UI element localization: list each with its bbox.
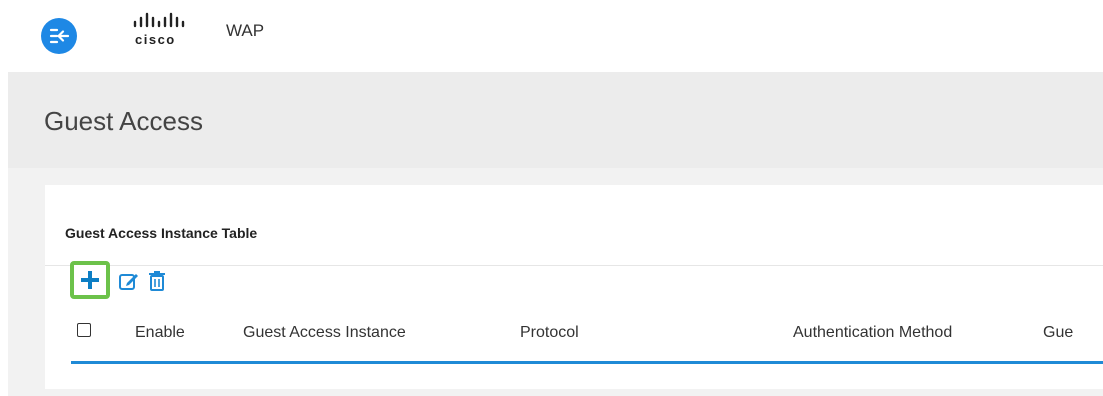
menu-collapse-icon [49, 28, 70, 44]
cisco-logo: cisco [131, 12, 201, 48]
menu-collapse-button[interactable] [41, 18, 77, 54]
guest-access-instance-panel: Guest Access Instance Table Enable Guest… [45, 185, 1103, 389]
plus-icon [81, 271, 99, 289]
table-header-underline [71, 361, 1103, 364]
column-header-guest[interactable]: Gue [1043, 324, 1073, 342]
app-name: WAP [226, 21, 265, 40]
edit-icon [119, 274, 138, 290]
cisco-wordmark: cisco [135, 32, 176, 47]
column-header-enable[interactable]: Enable [135, 324, 185, 342]
main-content: Guest Access Instance Table Enable Guest… [8, 168, 1103, 396]
column-header-protocol[interactable]: Protocol [520, 324, 579, 342]
cisco-bars-icon [133, 12, 185, 28]
page-header: Guest Access [8, 72, 1103, 168]
page-title: Guest Access [44, 106, 203, 136]
top-bar: cisco WAP [0, 0, 1103, 70]
delete-button[interactable] [146, 270, 168, 292]
select-all-checkbox[interactable] [77, 323, 91, 337]
panel-divider [45, 265, 1103, 266]
panel-title: Guest Access Instance Table [65, 225, 258, 241]
column-header-authentication-method[interactable]: Authentication Method [793, 324, 952, 342]
add-button[interactable] [70, 261, 110, 299]
edit-button[interactable] [118, 270, 140, 292]
trash-icon [149, 271, 165, 291]
column-header-guest-access-instance[interactable]: Guest Access Instance [243, 324, 406, 342]
table-header-row: Enable Guest Access Instance Protocol Au… [45, 313, 1103, 353]
